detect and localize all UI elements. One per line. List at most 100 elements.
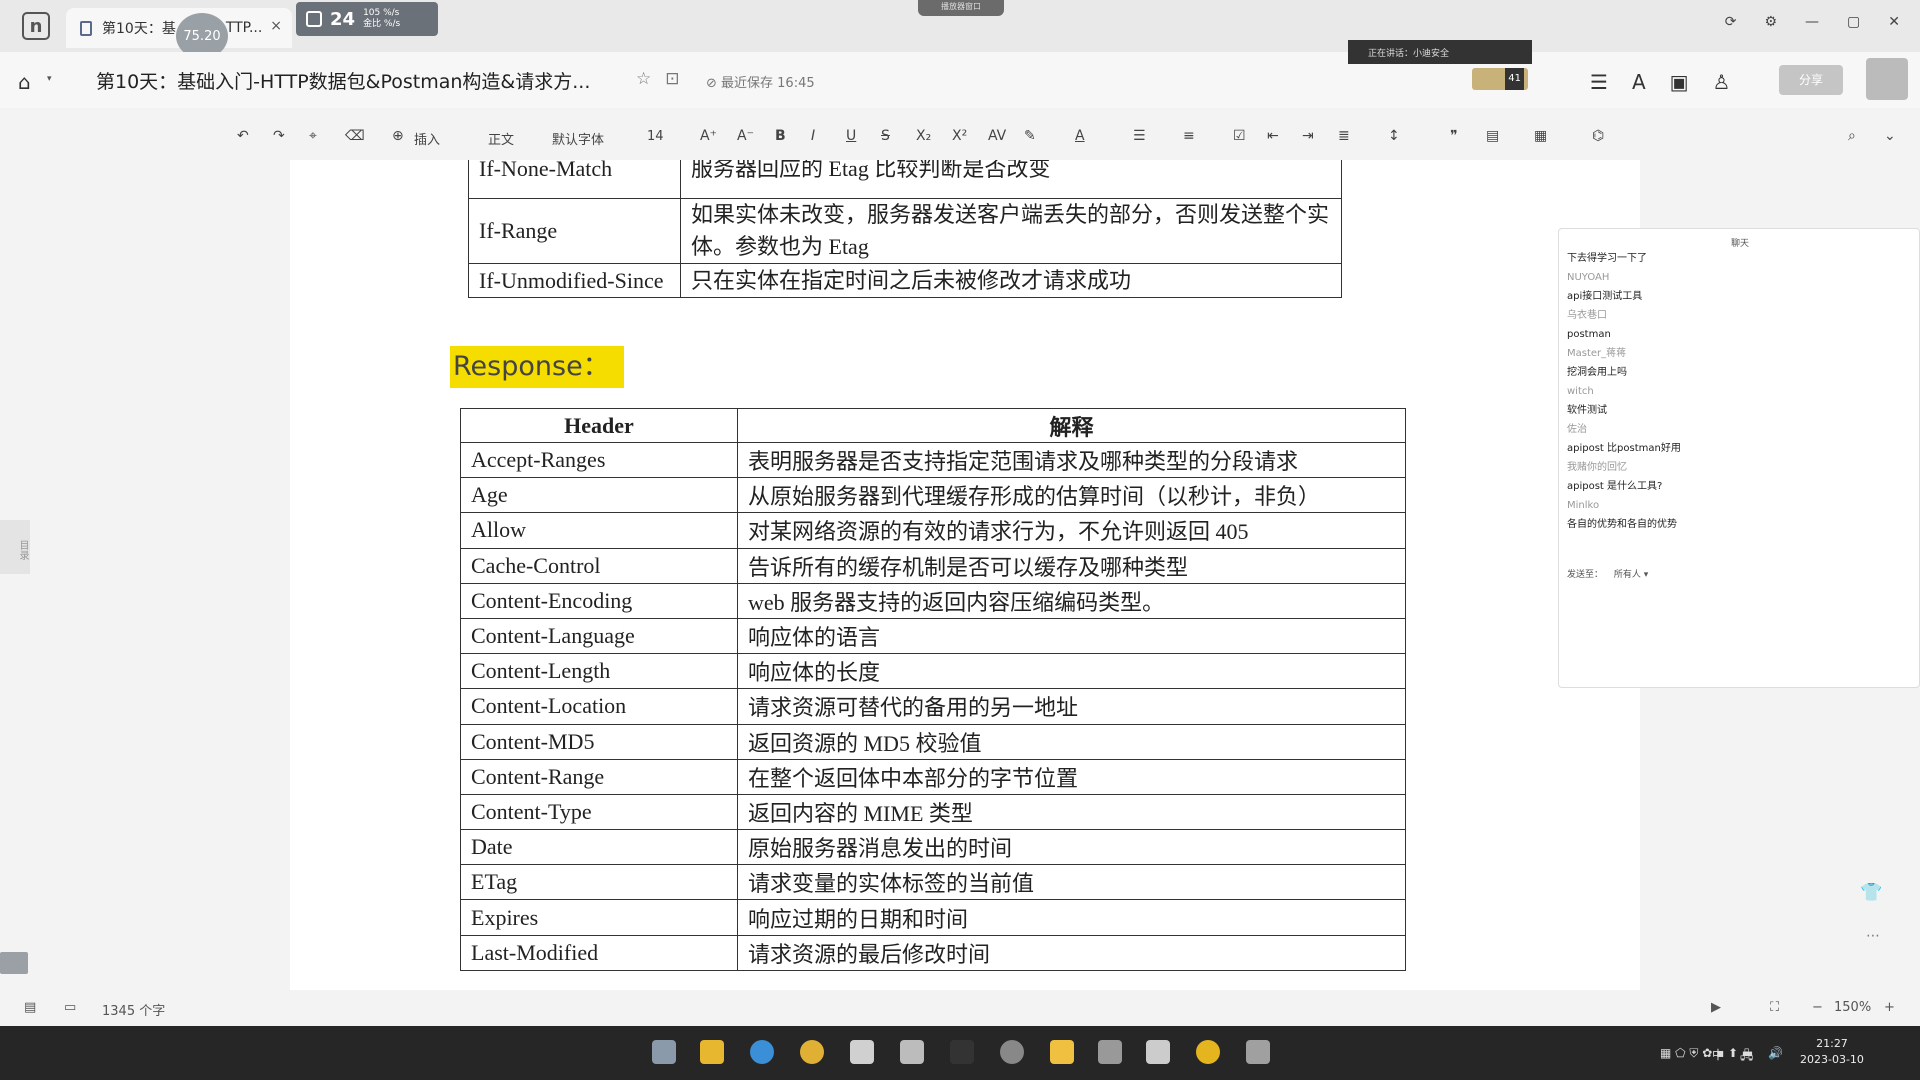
- table-icon[interactable]: ▦: [1534, 128, 1547, 144]
- move-icon[interactable]: ⊡: [665, 69, 679, 89]
- text-box-icon[interactable]: ▤: [1486, 128, 1499, 144]
- table-row: Content-MD5 返回资源的 MD5 校验值: [460, 723, 1406, 760]
- avatar[interactable]: [1866, 58, 1908, 100]
- app-icon[interactable]: [850, 1040, 874, 1064]
- collaborator-avatars[interactable]: 41: [1472, 68, 1528, 90]
- strikethrough-icon[interactable]: S: [881, 128, 890, 144]
- checkbox-icon[interactable]: ☑: [1233, 128, 1246, 144]
- settings-icon[interactable]: [1000, 1040, 1024, 1064]
- fullscreen-icon[interactable]: ⛶: [1770, 1000, 1779, 1015]
- tab-close-icon[interactable]: ×: [270, 18, 282, 34]
- text-size-icon[interactable]: A: [1632, 70, 1646, 94]
- terminal-icon[interactable]: [950, 1040, 974, 1064]
- undo-icon[interactable]: ↶: [237, 128, 249, 144]
- system-clock[interactable]: 21:27 2023-03-10: [1800, 1036, 1864, 1068]
- edge-icon[interactable]: [750, 1040, 774, 1064]
- photos-icon[interactable]: [900, 1040, 924, 1064]
- line-spacing-icon[interactable]: ↕: [1388, 128, 1400, 144]
- more-icon[interactable]: ⋯: [1866, 928, 1880, 944]
- font-size-select[interactable]: 14: [647, 129, 664, 144]
- zoom-in-icon[interactable]: +: [1884, 1000, 1895, 1015]
- collaborator-count: 41: [1505, 68, 1524, 90]
- insert-icon[interactable]: ⊕: [392, 128, 404, 144]
- table-cell-header: Content-Type: [460, 793, 738, 831]
- present-icon[interactable]: ▣: [1670, 70, 1689, 94]
- word-count[interactable]: 1345 个字: [102, 1000, 165, 1019]
- table-row: Age 从原始服务器到代理缓存形成的估算时间（以秒计，非负）: [460, 477, 1406, 514]
- shirt-icon[interactable]: 👕: [1860, 882, 1882, 903]
- app-icon[interactable]: [1050, 1040, 1074, 1064]
- document-page[interactable]: If-None-Match 服务器回应的 Etag 比较判断是否改变 If-Ra…: [290, 160, 1640, 990]
- chat-message: apipost 是什么工具?: [1567, 481, 1663, 492]
- layout-icon[interactable]: ▭: [64, 1000, 76, 1015]
- start-icon[interactable]: [652, 1040, 676, 1064]
- file-explorer-icon[interactable]: [700, 1040, 724, 1064]
- zoom-level[interactable]: 150%: [1834, 1000, 1871, 1015]
- app-logo[interactable]: n: [22, 12, 50, 40]
- numbered-list-icon[interactable]: ≡: [1183, 128, 1195, 144]
- chat-message-list[interactable]: 下去得学习一下了 NUYOAH api接口测试工具 乌衣巷口 postman Master…: [1567, 249, 1907, 534]
- minimize-icon[interactable]: —: [1805, 14, 1819, 30]
- play-icon[interactable]: ▶: [1711, 1000, 1721, 1015]
- chevron-down-icon[interactable]: ▾: [47, 74, 52, 84]
- app-icon[interactable]: [1146, 1040, 1170, 1064]
- eraser-icon[interactable]: ⌫: [345, 128, 365, 144]
- clock-time: 21:27: [1816, 1037, 1848, 1050]
- response-headers-table: Header 解释 Accept-Ranges 表明服务器是否支持指定范围请求及哪…: [460, 408, 1406, 971]
- settings-icon[interactable]: ⚙: [1764, 14, 1777, 30]
- speaking-notice: 正在讲话：小迪安全: [1348, 40, 1532, 64]
- search-icon[interactable]: ⌕: [1848, 128, 1856, 144]
- refresh-icon[interactable]: ⟳: [1725, 14, 1737, 30]
- document-title[interactable]: 第10天：基础入门-HTTP数据包&Postman构造&请求方...: [96, 67, 590, 94]
- star-icon[interactable]: ☆: [636, 69, 651, 89]
- font-color-icon[interactable]: A: [1075, 128, 1085, 144]
- table-cell-header: Content-Length: [460, 653, 738, 690]
- chevron-down-icon[interactable]: ⌄: [1884, 128, 1896, 144]
- table-cell-desc: 请求变量的实体标签的当前值: [737, 864, 1406, 901]
- comment-panel-icon[interactable]: [0, 952, 28, 974]
- bullet-list-icon[interactable]: ☰: [1133, 128, 1146, 144]
- chrome-icon[interactable]: [800, 1040, 824, 1064]
- send-to-label: 发送至：: [1567, 570, 1604, 580]
- send-to-selector[interactable]: 发送至： 所有人 ▾: [1567, 567, 1648, 580]
- player-pill[interactable]: 播放器窗口: [918, 0, 1004, 16]
- maximize-icon[interactable]: ▢: [1847, 14, 1860, 30]
- subscript-icon[interactable]: X₂: [916, 128, 931, 144]
- redo-icon[interactable]: ↷: [273, 128, 285, 144]
- network-icon[interactable]: 🖧: [1740, 1046, 1753, 1067]
- wps-icon[interactable]: [1098, 1040, 1122, 1064]
- align-icon[interactable]: ≣: [1338, 128, 1350, 144]
- outline-tab[interactable]: 目录: [0, 520, 30, 574]
- font-grow-icon[interactable]: A⁺: [700, 128, 717, 144]
- plugin-icon[interactable]: ⌬: [1592, 128, 1604, 144]
- indent-decrease-icon[interactable]: ⇤: [1267, 128, 1279, 144]
- char-spacing-icon[interactable]: AV: [988, 128, 1006, 144]
- home-icon[interactable]: ⌂: [18, 70, 31, 94]
- app-icon[interactable]: [1196, 1040, 1220, 1064]
- zoom-out-icon[interactable]: −: [1812, 1000, 1823, 1015]
- menu-icon[interactable]: ☰: [1590, 70, 1608, 94]
- ime-indicator[interactable]: 中: [1712, 1046, 1724, 1063]
- chat-sender-name: 乌衣巷口: [1567, 310, 1607, 321]
- volume-icon[interactable]: 🔊: [1768, 1046, 1783, 1060]
- table-cell-desc: 只在实体在指定时间之后未被修改才请求成功: [680, 263, 1342, 298]
- quote-icon[interactable]: ❞: [1450, 128, 1458, 144]
- app-icon[interactable]: [1246, 1040, 1270, 1064]
- request-headers-table: If-None-Match 服务器回应的 Etag 比较判断是否改变 If-Ra…: [468, 160, 1342, 298]
- underline-icon[interactable]: U: [846, 128, 856, 144]
- share-button[interactable]: 分享: [1779, 65, 1843, 95]
- highlight-icon[interactable]: ✎: [1024, 128, 1036, 144]
- italic-icon[interactable]: I: [811, 128, 815, 144]
- font-family-select[interactable]: 默认字体: [552, 129, 604, 148]
- insert-menu[interactable]: 插入: [414, 129, 440, 148]
- user-permission-icon[interactable]: ♙: [1713, 70, 1731, 94]
- font-shrink-icon[interactable]: A⁻: [737, 128, 754, 144]
- close-icon[interactable]: ✕: [1888, 14, 1900, 30]
- table-cell-desc: 表明服务器是否支持指定范围请求及哪种类型的分段请求: [737, 441, 1406, 479]
- page-view-icon[interactable]: ▤: [24, 1000, 36, 1015]
- format-painter-icon[interactable]: ⌖: [309, 128, 317, 144]
- paragraph-style-select[interactable]: 正文: [488, 129, 514, 148]
- superscript-icon[interactable]: X²: [952, 128, 967, 144]
- bold-icon[interactable]: B: [775, 128, 786, 144]
- indent-increase-icon[interactable]: ⇥: [1302, 128, 1314, 144]
